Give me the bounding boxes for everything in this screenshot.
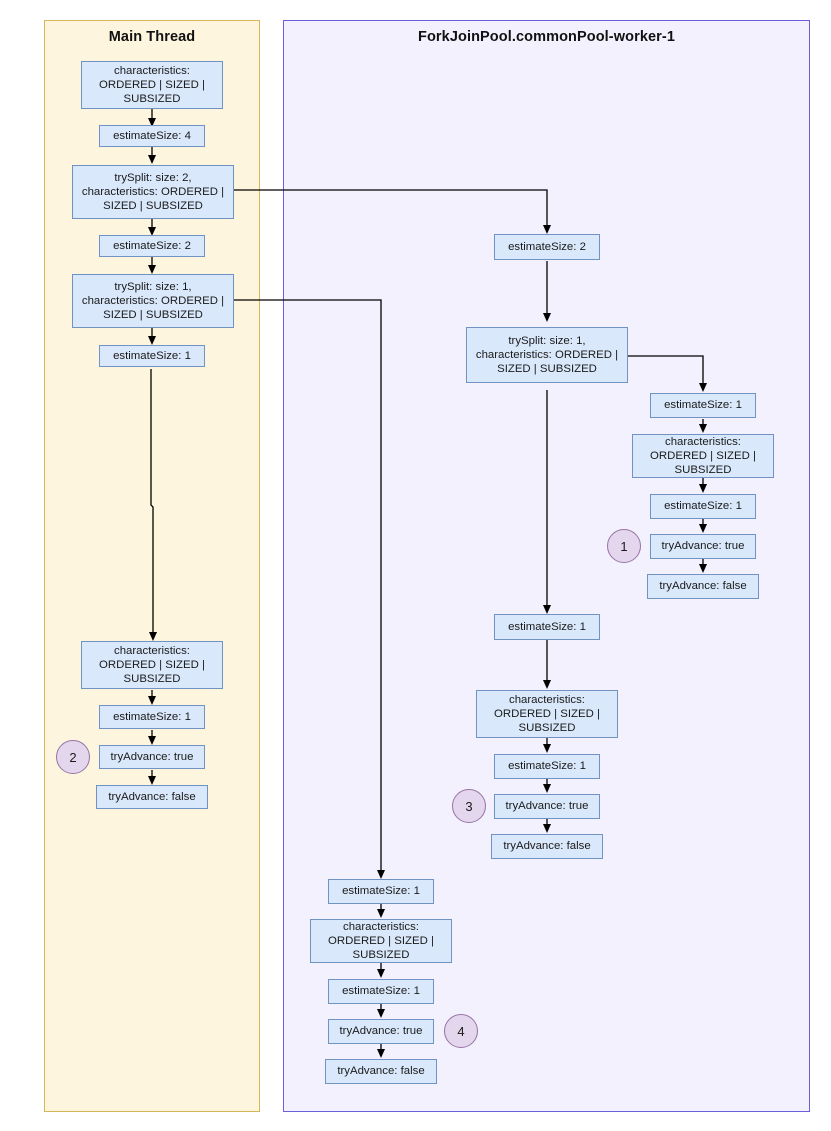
node-estimate-size[interactable]: estimateSize: 4	[99, 125, 205, 147]
node-trysplit-size-1[interactable]: trySplit: size: 1, characteristics: ORDE…	[72, 274, 234, 328]
step-badge-3[interactable]: 3	[452, 789, 486, 823]
step-badge-4[interactable]: 4	[444, 1014, 478, 1048]
node-estimate-size[interactable]: estimateSize: 1	[650, 494, 756, 519]
node-trysplit-size-2[interactable]: trySplit: size: 2, characteristics: ORDE…	[72, 165, 234, 219]
node-estimate-size[interactable]: estimateSize: 1	[650, 393, 756, 418]
node-tryadvance-false[interactable]: tryAdvance: false	[96, 785, 208, 809]
swimlane-main-thread-title: Main Thread	[108, 29, 196, 45]
node-trysplit-size-1[interactable]: trySplit: size: 1, characteristics: ORDE…	[466, 327, 628, 383]
node-tryadvance-true[interactable]: tryAdvance: true	[650, 534, 756, 559]
node-tryadvance-true[interactable]: tryAdvance: true	[99, 745, 205, 769]
node-characteristics[interactable]: characteristics: ORDERED | SIZED | SUBSI…	[632, 434, 774, 478]
node-estimate-size[interactable]: estimateSize: 1	[99, 705, 205, 729]
node-estimate-size[interactable]: estimateSize: 1	[494, 754, 600, 779]
node-estimate-size[interactable]: estimateSize: 1	[328, 979, 434, 1004]
node-estimate-size[interactable]: estimateSize: 1	[99, 345, 205, 367]
node-characteristics[interactable]: characteristics: ORDERED | SIZED | SUBSI…	[81, 61, 223, 109]
node-estimate-size[interactable]: estimateSize: 2	[494, 234, 600, 260]
node-characteristics[interactable]: characteristics: ORDERED | SIZED | SUBSI…	[81, 641, 223, 689]
node-tryadvance-false[interactable]: tryAdvance: false	[491, 834, 603, 859]
diagram-canvas: Main Thread ForkJoinPool.commonPool-work…	[0, 0, 831, 1131]
node-estimate-size[interactable]: estimateSize: 1	[328, 879, 434, 904]
node-characteristics[interactable]: characteristics: ORDERED | SIZED | SUBSI…	[476, 690, 618, 738]
node-tryadvance-true[interactable]: tryAdvance: true	[494, 794, 600, 819]
node-tryadvance-true[interactable]: tryAdvance: true	[328, 1019, 434, 1044]
step-badge-2[interactable]: 2	[56, 740, 90, 774]
node-estimate-size[interactable]: estimateSize: 2	[99, 235, 205, 257]
swimlane-worker-title: ForkJoinPool.commonPool-worker-1	[418, 29, 675, 45]
node-characteristics[interactable]: characteristics: ORDERED | SIZED | SUBSI…	[310, 919, 452, 963]
node-estimate-size[interactable]: estimateSize: 1	[494, 614, 600, 640]
step-badge-1[interactable]: 1	[607, 529, 641, 563]
node-tryadvance-false[interactable]: tryAdvance: false	[325, 1059, 437, 1084]
node-tryadvance-false[interactable]: tryAdvance: false	[647, 574, 759, 599]
